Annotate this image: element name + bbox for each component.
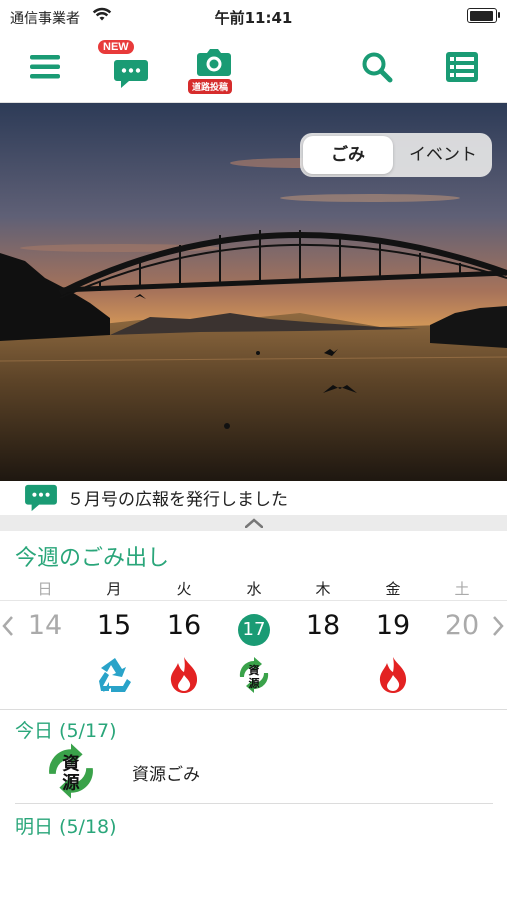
segment-event[interactable]: イベント [396,136,490,174]
search-icon [362,52,393,83]
resource-icon-char: 源 [249,676,260,690]
battery-icon [467,8,500,23]
burnable-icon [170,657,198,693]
weekly-schedule-title: 今週のごみ出し [15,546,170,571]
calendar-date[interactable]: 14 [15,610,75,641]
menu-button[interactable] [22,32,68,102]
tomorrow-label: 明日 (5/18) [15,816,117,838]
calendar-date[interactable]: 20 [432,610,492,641]
road-report-badge: 道路投稿 [188,79,233,94]
weekday-sat: 土 [454,580,470,598]
list-icon [446,52,478,82]
calendar-date[interactable]: 16 [154,610,214,641]
divider [15,803,493,804]
category-segmented-control: ごみ イベント [300,133,492,177]
resource-icon-char: 資 [62,755,80,775]
chevron-right-icon [493,616,504,636]
list-button[interactable] [442,32,482,102]
weekday-sun: 日 [37,580,53,598]
resource-icon: 資 源 [239,657,269,693]
recycle-icon [99,658,131,692]
divider [0,600,507,601]
prev-week-button[interactable] [2,614,14,644]
resource-icon-char: 資 [249,663,260,677]
status-bar: 通信事業者 午前11:41 [0,0,507,32]
news-banner[interactable]: ５月号の広報を発行しました [0,481,507,515]
weekday-tue: 火 [176,580,192,598]
chat-bubble-icon [114,60,148,88]
weekday-thu: 木 [315,580,331,598]
divider [0,709,507,710]
search-button[interactable] [357,32,397,102]
resource-icon-char: 源 [62,772,80,793]
chevron-left-icon [2,616,13,636]
calendar-date[interactable]: 19 [363,610,423,641]
new-badge: NEW [98,40,134,54]
clock: 午前11:41 [214,9,293,27]
weekday-wed: 水 [246,580,262,598]
weekday-mon: 月 [106,580,122,598]
segment-garbage[interactable]: ごみ [303,136,393,174]
top-toolbar: NEW 道路投稿 [0,32,507,103]
burnable-icon [379,657,407,693]
chat-bubble-icon [25,484,57,512]
news-text: ５月号の広報を発行しました [67,490,288,510]
calendar-date-today[interactable]: 17 [238,614,270,646]
resource-icon: 資 源 [49,743,93,799]
drawer-handle[interactable] [0,515,507,531]
chevron-up-icon [245,518,263,528]
calendar-date[interactable]: 18 [293,610,353,641]
road-report-button[interactable]: 道路投稿 [188,32,234,102]
next-week-button[interactable] [492,614,504,644]
camera-icon [197,49,231,76]
hamburger-icon [30,55,60,79]
calendar-date[interactable]: 15 [84,610,144,641]
weekday-fri: 金 [385,580,401,598]
today-label: 今日 (5/17) [15,720,117,742]
messages-button[interactable]: NEW [98,32,154,102]
garbage-item-name[interactable]: 資源ごみ [132,760,200,785]
